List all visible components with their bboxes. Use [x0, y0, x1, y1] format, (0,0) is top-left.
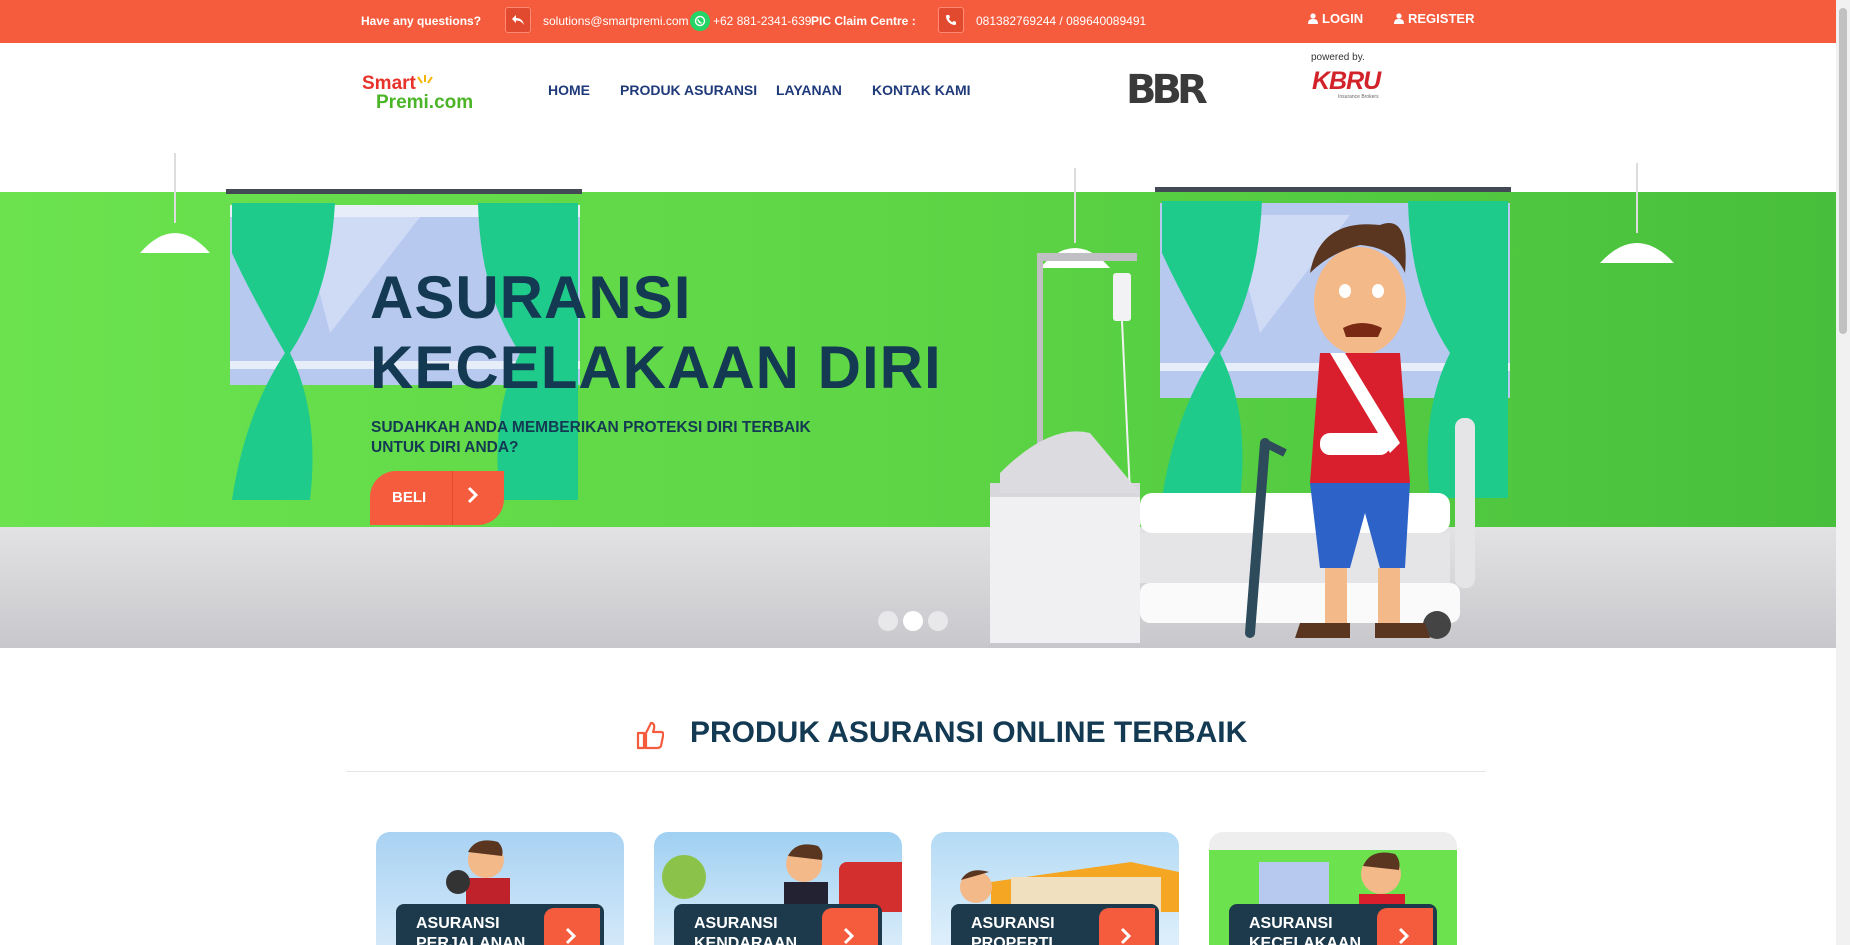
nav-layanan[interactable]: LAYANAN [776, 82, 842, 98]
login-link[interactable]: LOGIN [1308, 11, 1363, 26]
claim-centre-label: PIC Claim Centre : [811, 14, 916, 28]
slider-dot-2[interactable] [903, 611, 923, 631]
beli-label: BELI [392, 489, 427, 506]
card-illustration [960, 862, 1179, 912]
phone-icon [938, 7, 964, 33]
product-card-kendaraan[interactable]: ASURANSI KENDARAAN [654, 832, 902, 945]
register-label: REGISTER [1408, 11, 1475, 26]
card-illustration [662, 844, 902, 912]
scrollbar-thumb[interactable] [1839, 8, 1847, 334]
chevron-right-icon [1120, 927, 1132, 945]
powered-by-label: powered by. [1311, 52, 1365, 63]
button-divider [452, 471, 453, 525]
hero-title-line-1: ASURANSI [370, 264, 692, 331]
kbru-logo[interactable]: KBRU Insurance Brokers [1312, 67, 1392, 101]
chevron-right-icon [467, 486, 479, 504]
hero-subtitle: SUDAHKAH ANDA MEMBERIKAN PROTEKSI DIRI T… [371, 419, 811, 456]
hero-slider: ASURANSI KECELAKAAN DIRI SUDAHKAH ANDA M… [0, 153, 1836, 648]
hero-title-line-2: KECELAKAAN DIRI [370, 334, 942, 401]
chevron-right-icon [843, 927, 855, 945]
reply-icon [505, 7, 531, 33]
claim-phones[interactable]: 081382769244 / 089640089491 [976, 14, 1146, 28]
main-navbar: Smart Premi.com HOME PRODUK ASURANSI LAY… [0, 43, 1836, 153]
section-divider [346, 771, 1486, 772]
thumbs-up-icon [636, 721, 664, 750]
card-illustration [1259, 852, 1405, 912]
card-arrow-button[interactable] [822, 908, 878, 945]
nav-home[interactable]: HOME [548, 82, 590, 98]
smartpremi-logo[interactable]: Smart Premi.com [362, 73, 492, 117]
card-title: ASURANSI PROPERTI [971, 915, 1055, 945]
nav-produk-asuransi[interactable]: PRODUK ASURANSI [620, 82, 757, 98]
top-contact-bar: Have any questions? solutions@smartpremi… [0, 0, 1836, 43]
user-icon [1308, 13, 1318, 24]
card-illustration [446, 840, 510, 912]
product-card-properti[interactable]: ASURANSI PROPERTI [931, 832, 1179, 945]
whatsapp-icon [690, 11, 710, 31]
email-link[interactable]: solutions@smartpremi.com [543, 14, 689, 28]
card-title: ASURANSI KECELAKAAN [1249, 915, 1361, 945]
user-icon [1394, 13, 1404, 24]
card-title: ASURANSI PERJALANAN [416, 915, 526, 945]
card-title: ASURANSI KENDARAAN [694, 915, 798, 945]
hero-title: ASURANSI KECELAKAAN DIRI [370, 263, 942, 403]
login-label: LOGIN [1322, 11, 1364, 26]
register-link[interactable]: REGISTER [1394, 11, 1474, 26]
slider-dot-1[interactable] [878, 611, 898, 631]
logo-text-bottom: Premi.com [376, 92, 474, 113]
chevron-right-icon [1398, 927, 1410, 945]
nav-kontak-kami[interactable]: KONTAK KAMI [872, 82, 971, 98]
page-scrollbar[interactable] [1836, 0, 1850, 945]
card-arrow-button[interactable] [1377, 908, 1433, 945]
lightbulb-icon [417, 75, 433, 84]
card-arrow-button[interactable] [544, 908, 600, 945]
card-arrow-button[interactable] [1099, 908, 1155, 945]
whatsapp-number[interactable]: +62 881-2341-639 [713, 14, 811, 28]
slider-dot-3[interactable] [928, 611, 948, 631]
products-section-title: PRODUK ASURANSI ONLINE TERBAIK [690, 716, 1248, 749]
product-card-kecelakaan[interactable]: ASURANSI KECELAKAAN [1209, 832, 1457, 945]
product-card-perjalanan[interactable]: ASURANSI PERJALANAN [376, 832, 624, 945]
bbr-logo[interactable]: BBR [1126, 67, 1216, 113]
chevron-right-icon [565, 927, 577, 945]
beli-button[interactable]: BELI [370, 471, 504, 525]
questions-label: Have any questions? [361, 14, 482, 28]
